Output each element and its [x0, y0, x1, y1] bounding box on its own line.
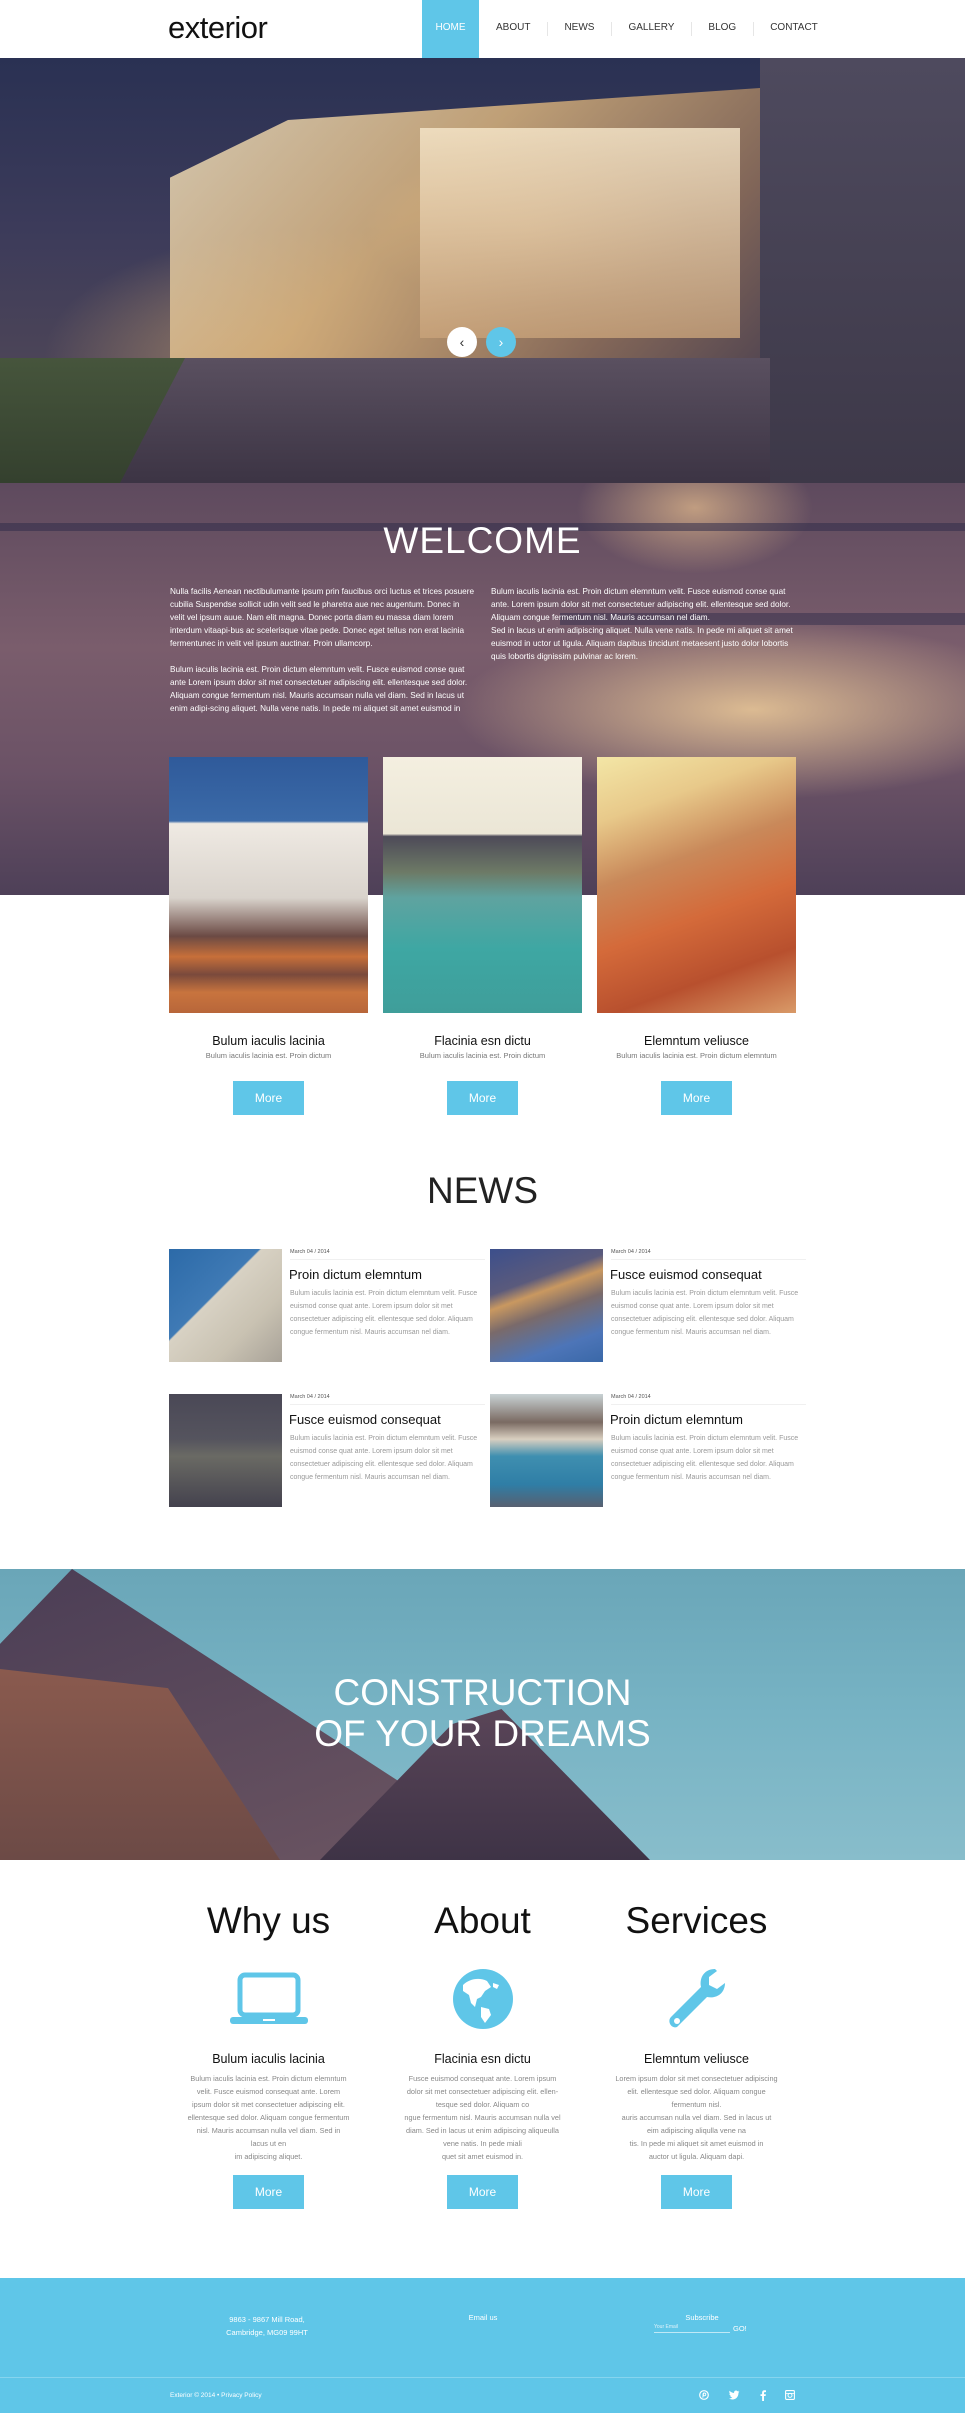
construction-title: CONSTRUCTION OF YOUR DREAMS — [0, 1672, 965, 1754]
feature-title: Elemntum veliusce — [644, 1034, 749, 1048]
news-item: March 04 / 2014 Fusce euismod consequat … — [169, 1394, 489, 1507]
address-line: Cambridge, MG09 99HT — [226, 2328, 308, 2337]
hero-image-glass — [420, 128, 740, 338]
news-excerpt: Bulum iaculis lacinia est. Proin dictum … — [290, 1290, 478, 1336]
more-button[interactable]: More — [233, 2175, 304, 2209]
news-excerpt: Bulum iaculis lacinia est. Proin dictum … — [611, 1435, 799, 1481]
more-button[interactable]: More — [661, 2175, 732, 2209]
wrench-icon — [597, 1964, 796, 2034]
news-date: March 04 / 2014 — [611, 1249, 651, 1255]
feature-image[interactable] — [169, 757, 368, 1013]
laptop-icon — [169, 1964, 368, 2034]
news-divider — [611, 1404, 806, 1405]
news-divider — [611, 1259, 806, 1260]
news-headline[interactable]: Fusce euismod consequat — [610, 1267, 762, 1282]
news-thumbnail[interactable] — [169, 1394, 282, 1507]
hero-image-deck — [120, 358, 770, 483]
welcome-title: WELCOME — [383, 520, 582, 561]
news-date: March 04 / 2014 — [290, 1249, 330, 1255]
feature-card: Flacinia esn dictu Bulum iaculis lacinia… — [383, 757, 582, 1115]
more-button[interactable]: More — [447, 2175, 518, 2209]
news-title: NEWS — [427, 1170, 538, 1211]
news-date: March 04 / 2014 — [290, 1394, 330, 1400]
nav-news[interactable]: NEWS — [547, 0, 611, 58]
feature-card: Bulum iaculis lacinia Bulum iaculis laci… — [169, 757, 368, 1115]
site-logo[interactable]: exterior — [168, 10, 268, 46]
column-heading: Why us — [206, 1900, 331, 1941]
news-thumbnail[interactable] — [490, 1249, 603, 1362]
pinterest-icon[interactable] — [697, 2388, 711, 2402]
feature-subtitle: Bulum iaculis lacinia est. Proin dictum … — [616, 1051, 777, 1060]
more-button[interactable]: More — [661, 1081, 732, 1115]
address-line: 9863 - 9867 Mill Road, — [229, 2315, 305, 2324]
welcome-text-left: Nulla facilis Aenean nectibulumante ipsu… — [170, 585, 475, 715]
welcome-paragraph: Sed in lacus ut enim adipiscing aliquet.… — [491, 626, 793, 661]
column-subtitle: Flacinia esn dictu — [434, 2052, 531, 2066]
info-column-about: About Flacinia esn dictu Fusce euismod c… — [383, 1900, 582, 2209]
footer-address: 9863 - 9867 Mill Road, Cambridge, MG09 9… — [212, 2313, 322, 2339]
chevron-right-icon: › — [498, 334, 504, 350]
main-nav: HOME ABOUT NEWS GALLERY BLOG CONTACT — [422, 0, 835, 58]
column-text: Lorem ipsum dolor sit met consectetuer a… — [615, 2074, 778, 2161]
subscribe-go-button[interactable]: GO! — [733, 2324, 747, 2333]
news-headline[interactable]: Proin dictum elemntum — [289, 1267, 422, 1282]
info-column-services: Services Elemntum veliusce Lorem ipsum d… — [597, 1900, 796, 2209]
feature-subtitle: Bulum iaculis lacinia est. Proin dictum — [205, 1051, 332, 1060]
hero-image-wall — [760, 58, 965, 483]
feature-title: Flacinia esn dictu — [434, 1034, 531, 1048]
feature-title: Bulum iaculis lacinia — [212, 1034, 325, 1048]
news-headline[interactable]: Fusce euismod consequat — [289, 1412, 441, 1427]
column-text: Bulum iaculis lacinia est. Proin dictum … — [187, 2074, 350, 2161]
feature-card: Elemntum veliusce Bulum iaculis lacinia … — [597, 757, 796, 1115]
instagram-icon[interactable] — [783, 2388, 797, 2402]
slider-next-button[interactable]: › — [486, 327, 516, 357]
welcome-text-right: Bulum iaculis lacinia est. Proin dictum … — [491, 585, 796, 663]
site-header: exterior HOME ABOUT NEWS GALLERY BLOG CO… — [0, 0, 965, 58]
news-excerpt: Bulum iaculis lacinia est. Proin dictum … — [290, 1435, 478, 1481]
news-date: March 04 / 2014 — [611, 1394, 651, 1400]
nav-home[interactable]: HOME — [422, 0, 479, 58]
construction-title-line: OF YOUR DREAMS — [314, 1713, 651, 1754]
news-excerpt: Bulum iaculis lacinia est. Proin dictum … — [611, 1290, 799, 1336]
subscribe-email-input[interactable] — [654, 2321, 730, 2333]
news-divider — [290, 1404, 485, 1405]
news-item: March 04 / 2014 Fusce euismod consequat … — [490, 1249, 810, 1362]
nav-contact[interactable]: CONTACT — [753, 0, 835, 58]
news-thumbnail[interactable] — [490, 1394, 603, 1507]
nav-about[interactable]: ABOUT — [479, 0, 547, 58]
info-column-why-us: Why us Bulum iaculis lacinia Bulum iacul… — [169, 1900, 368, 2209]
news-item: March 04 / 2014 Proin dictum elemntum Bu… — [169, 1249, 489, 1362]
welcome-paragraph: Bulum iaculis lacinia est. Proin dictum … — [491, 587, 791, 622]
column-text: Fusce euismod consequat ante. Lorem ipsu… — [404, 2074, 561, 2161]
news-item: March 04 / 2014 Proin dictum elemntum Bu… — [490, 1394, 810, 1507]
feature-image[interactable] — [383, 757, 582, 1013]
slider-prev-button[interactable]: ‹ — [447, 327, 477, 357]
site-footer: 9863 - 9867 Mill Road, Cambridge, MG09 9… — [0, 2278, 965, 2413]
nav-blog[interactable]: BLOG — [691, 0, 753, 58]
column-subtitle: Elemntum veliusce — [644, 2052, 749, 2066]
welcome-paragraph: Bulum iaculis lacinia est. Proin dictum … — [170, 665, 468, 713]
footer-divider — [0, 2377, 965, 2378]
column-subtitle: Bulum iaculis lacinia — [212, 2052, 325, 2066]
news-divider — [290, 1259, 485, 1260]
column-heading: About — [434, 1900, 531, 1941]
more-button[interactable]: More — [447, 1081, 518, 1115]
construction-banner: CONSTRUCTION OF YOUR DREAMS — [0, 1569, 965, 1860]
footer-copyright[interactable]: Exterior © 2014 • Privacy Policy — [170, 2392, 262, 2399]
construction-title-line: CONSTRUCTION — [333, 1672, 632, 1713]
more-button[interactable]: More — [233, 1081, 304, 1115]
chevron-left-icon: ‹ — [459, 334, 465, 350]
email-us-link[interactable]: Email us — [458, 2313, 508, 2322]
twitter-icon[interactable] — [727, 2388, 741, 2402]
hero-slider: ‹ › — [0, 58, 965, 483]
globe-icon — [383, 1964, 582, 2034]
news-thumbnail[interactable] — [169, 1249, 282, 1362]
welcome-paragraph: Nulla facilis Aenean nectibulumante ipsu… — [170, 587, 475, 648]
column-heading: Services — [625, 1900, 768, 1941]
nav-gallery[interactable]: GALLERY — [611, 0, 691, 58]
feature-image[interactable] — [597, 757, 796, 1013]
feature-subtitle: Bulum iaculis lacinia est. Proin dictum — [419, 1051, 546, 1060]
facebook-icon[interactable] — [756, 2388, 770, 2402]
news-headline[interactable]: Proin dictum elemntum — [610, 1412, 743, 1427]
